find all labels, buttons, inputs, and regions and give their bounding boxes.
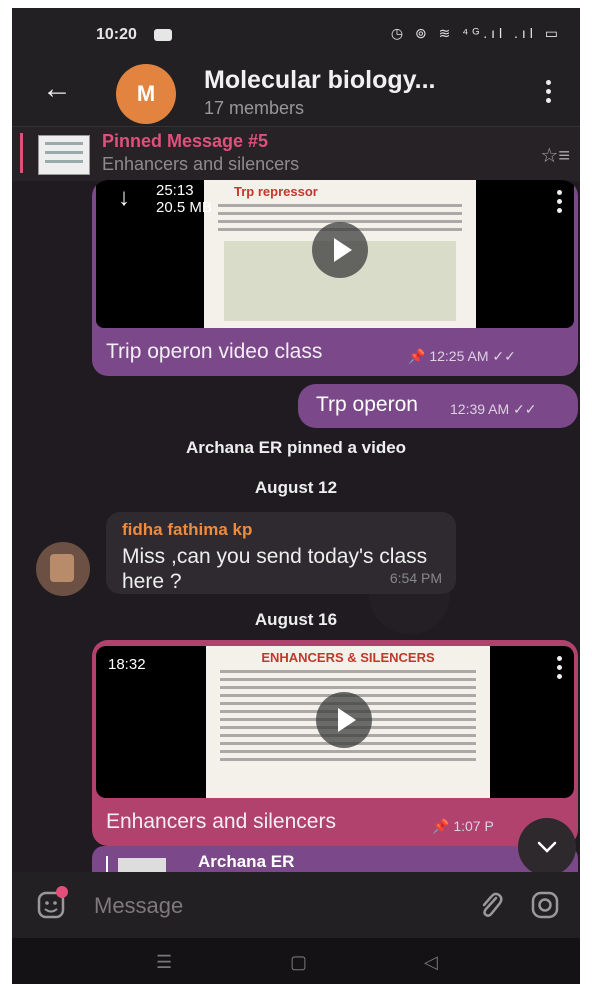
message-time: 1:07 P xyxy=(453,818,494,834)
message-text: Miss ,can you send today's class here ? xyxy=(122,545,428,593)
message-text: Trp operon xyxy=(316,393,418,416)
download-icon[interactable]: ↓ xyxy=(118,184,130,212)
video-player[interactable]: ENHANCERS & SILENCERS 18:32 xyxy=(96,646,574,798)
status-time: 10:20 xyxy=(96,26,137,43)
chevron-down-icon xyxy=(537,841,557,853)
recent-apps-icon[interactable]: ☰ xyxy=(156,952,172,973)
member-count: 17 members xyxy=(204,98,305,118)
message-input-bar xyxy=(12,872,580,938)
system-nav-bar: ☰ ▢ ◁ xyxy=(12,938,580,984)
notification-icon xyxy=(154,29,172,41)
message-time: 12:25 AM xyxy=(429,348,489,364)
slide-title: ENHANCERS & SILENCERS xyxy=(261,650,435,665)
video-message[interactable]: Trp repressor ↓ 25:13 20.5 MB Trip opero… xyxy=(92,180,578,376)
message-meta: 📌 1:07 P xyxy=(432,818,494,834)
video-size: 20.5 MB xyxy=(156,199,212,216)
play-icon[interactable] xyxy=(312,222,368,278)
message-meta: 📌 12:25 AM ✓✓ xyxy=(408,348,516,364)
video-menu-icon[interactable] xyxy=(557,190,562,217)
group-title[interactable]: Molecular biology... xyxy=(204,66,436,95)
attach-icon[interactable] xyxy=(476,890,506,920)
pin-list-icon[interactable]: ☆≡ xyxy=(540,143,570,168)
video-caption: Enhancers and silencers xyxy=(106,810,336,833)
video-duration: 25:13 xyxy=(156,182,194,199)
reply-bar xyxy=(106,856,108,872)
group-avatar[interactable]: M xyxy=(116,64,176,124)
message-meta: 12:39 AM ✓✓ xyxy=(450,401,537,417)
sticker-badge xyxy=(56,886,68,898)
status-bar: 10:20 ◷ ⊚ ≋ ⁴ᴳ.ıl .ıl ▭ xyxy=(12,8,580,58)
reply-sender: Archana ER xyxy=(198,852,295,871)
slide-title: Trp repressor xyxy=(234,184,318,199)
pinned-thumbnail xyxy=(38,135,90,175)
user-avatar[interactable] xyxy=(36,542,90,596)
chat-area: Trp repressor ↓ 25:13 20.5 MB Trip opero… xyxy=(12,180,580,876)
back-arrow-icon[interactable]: ← xyxy=(42,72,72,106)
pinned-title: Pinned Message #5 xyxy=(102,131,269,151)
sender-name[interactable]: fidha fathima kp xyxy=(122,520,252,540)
scroll-down-button[interactable] xyxy=(518,818,576,876)
date-separator: August 12 xyxy=(254,478,338,497)
incoming-message[interactable]: fidha fathima kp Miss ,can you send toda… xyxy=(106,512,456,594)
back-nav-icon[interactable]: ◁ xyxy=(424,952,438,973)
video-caption: Trip operon video class xyxy=(106,340,323,363)
camera-icon[interactable] xyxy=(530,890,560,920)
message-time: 6:54 PM xyxy=(389,570,442,586)
more-options-icon[interactable] xyxy=(546,80,552,107)
pinned-message-bar[interactable]: Pinned Message #5 Enhancers and silencer… xyxy=(12,126,580,181)
message-input[interactable] xyxy=(92,888,436,924)
system-status-icons: ◷ ⊚ ≋ ⁴ᴳ.ıl .ıl ▭ xyxy=(390,25,562,41)
download-info: 25:13 20.5 MB xyxy=(156,182,212,216)
chat-header: ← M Molecular biology... 17 members xyxy=(12,58,580,126)
date-separator: August 16 xyxy=(254,610,338,629)
video-message[interactable]: ENHANCERS & SILENCERS 18:32 Enhancers an… xyxy=(92,640,578,846)
pinned-text: Enhancers and silencers xyxy=(102,154,300,174)
pinned-indicator xyxy=(20,133,23,173)
video-player[interactable]: Trp repressor ↓ 25:13 20.5 MB xyxy=(96,180,574,328)
home-icon[interactable]: ▢ xyxy=(290,952,307,973)
phone-screen: 10:20 ◷ ⊚ ≋ ⁴ᴳ.ıl .ıl ▭ ← M Molecular bi… xyxy=(12,8,580,984)
message-time: 12:39 AM xyxy=(450,401,510,417)
service-message: Archana ER pinned a video xyxy=(185,438,407,457)
play-icon[interactable] xyxy=(316,692,372,748)
reply-thumbnail xyxy=(118,858,166,872)
video-menu-icon[interactable] xyxy=(557,656,562,683)
reply-message-preview[interactable]: Archana ER xyxy=(92,846,578,872)
video-duration: 18:32 xyxy=(108,656,146,673)
outgoing-message[interactable]: Trp operon 12:39 AM ✓✓ xyxy=(298,384,578,428)
